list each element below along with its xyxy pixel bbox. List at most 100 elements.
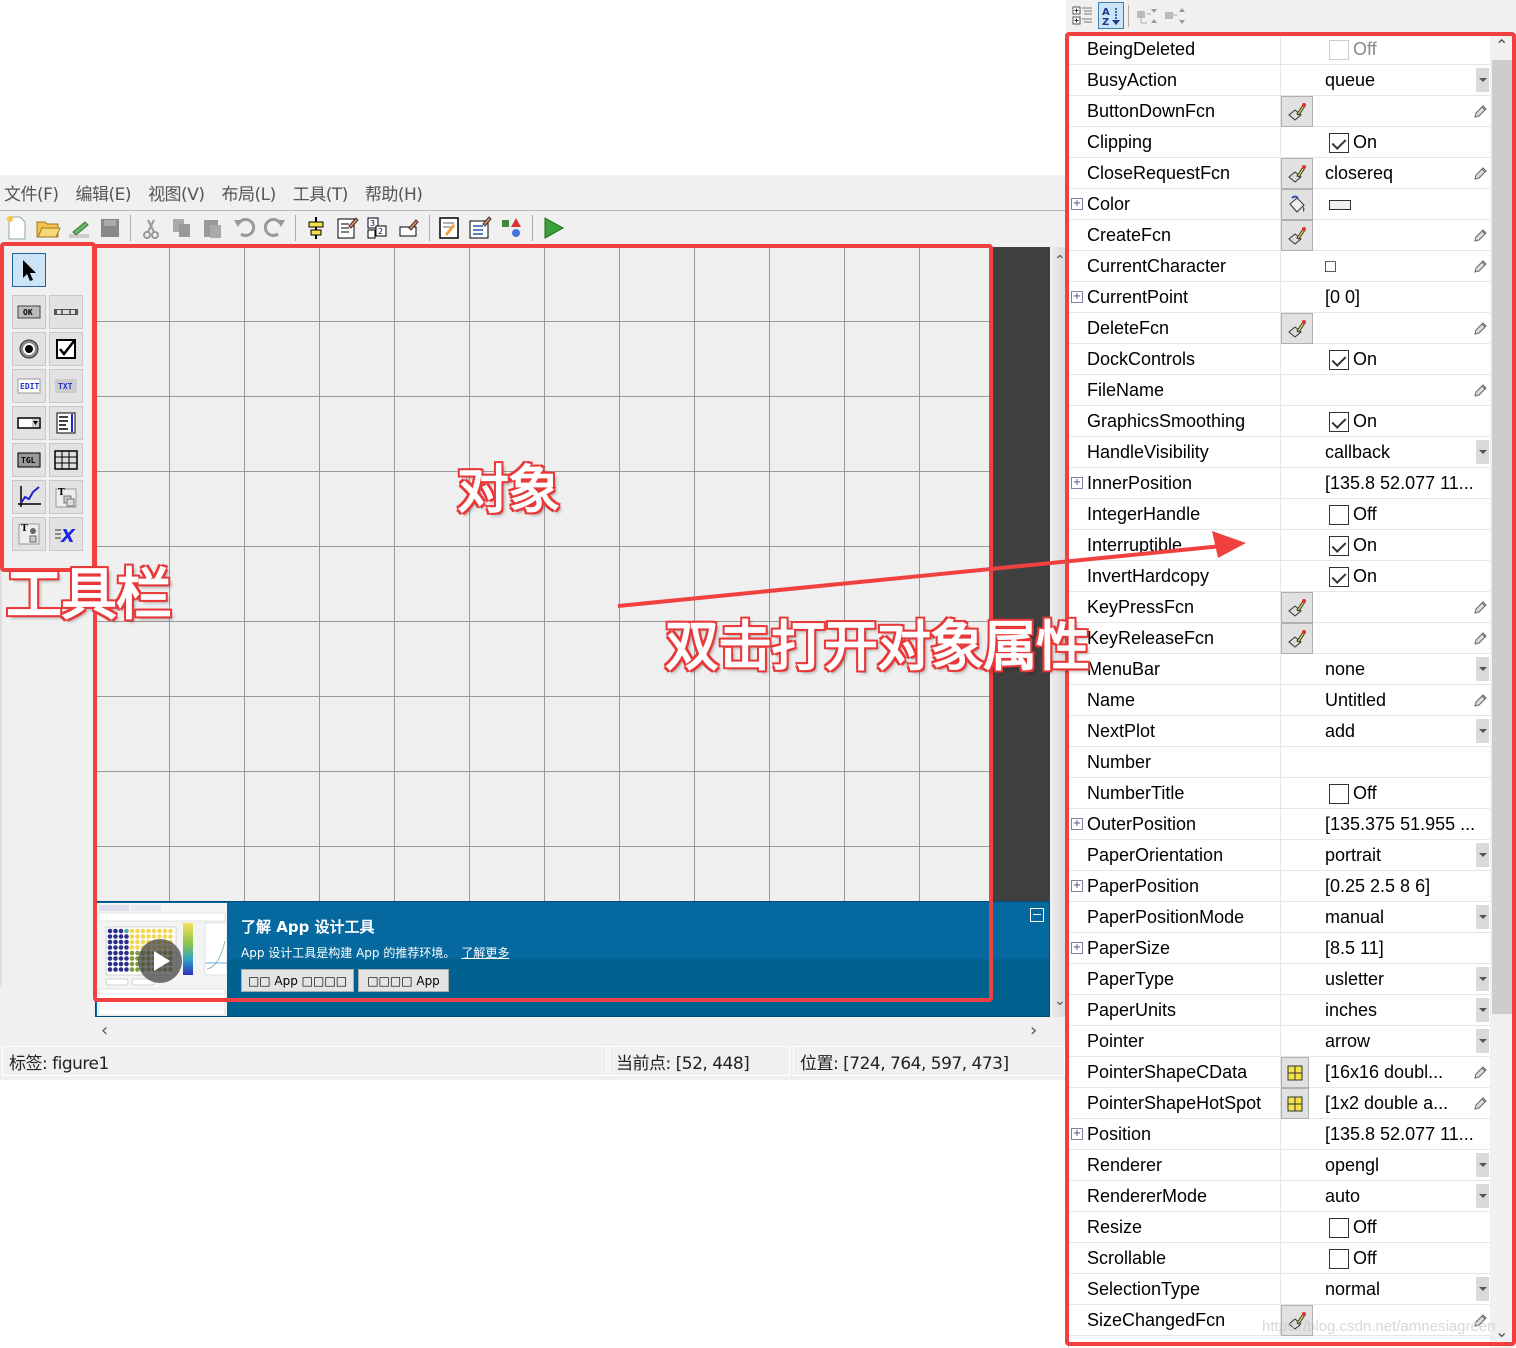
property-checkbox[interactable]: [1329, 350, 1349, 370]
static-text-tool[interactable]: TXT: [49, 369, 83, 403]
align-objects-button[interactable]: [302, 214, 330, 242]
property-checkbox[interactable]: [1329, 784, 1349, 804]
run-figure-button[interactable]: [539, 214, 567, 242]
callback-editor-button[interactable]: [1281, 313, 1313, 344]
property-checkbox[interactable]: [1329, 412, 1349, 432]
property-row-paperorientation[interactable]: PaperOrientation portrait: [1069, 840, 1490, 871]
property-value[interactable]: none: [1325, 654, 1365, 685]
property-row-position[interactable]: + Position [135.8 52.077 11...: [1069, 1119, 1490, 1150]
property-row-name[interactable]: Name Untitled: [1069, 685, 1490, 716]
object-browser-button[interactable]: [498, 214, 526, 242]
property-row-createfcn[interactable]: CreateFcn: [1069, 220, 1490, 251]
callback-editor-button[interactable]: [1281, 158, 1313, 189]
pencil-icon[interactable]: [1472, 104, 1488, 120]
dropdown-arrow-icon[interactable]: [1476, 440, 1489, 464]
property-value[interactable]: opengl: [1325, 1150, 1379, 1181]
dropdown-arrow-icon[interactable]: [1476, 1184, 1489, 1208]
property-row-nextplot[interactable]: NextPlot add: [1069, 716, 1490, 747]
property-checkbox[interactable]: [1329, 1218, 1349, 1238]
property-checkbox[interactable]: [1329, 1249, 1349, 1269]
pencil-icon[interactable]: [1472, 259, 1488, 275]
property-row-busyaction[interactable]: BusyAction queue: [1069, 65, 1490, 96]
expand-icon[interactable]: +: [1071, 942, 1083, 954]
menu-item[interactable]: 视图(V): [148, 180, 205, 205]
property-row-clipping[interactable]: Clipping On: [1069, 127, 1490, 158]
dropdown-arrow-icon[interactable]: [1476, 68, 1489, 92]
activex-tool[interactable]: X: [49, 517, 83, 551]
save-button[interactable]: [96, 214, 124, 242]
canvas-horizontal-scrollbar[interactable]: ‹ ›: [95, 1017, 1050, 1043]
matrix-editor-button[interactable]: [1281, 1057, 1309, 1088]
property-value[interactable]: usletter: [1325, 964, 1384, 995]
pencil-icon[interactable]: [1472, 1096, 1488, 1112]
menu-item[interactable]: 帮助(H): [365, 180, 423, 205]
dropdown-arrow-icon[interactable]: [1476, 1029, 1489, 1053]
radio-button-tool[interactable]: [12, 332, 46, 366]
property-row-pointershapehotspot[interactable]: PointerShapeHotSpot [1x2 double a...: [1069, 1088, 1490, 1119]
property-row-keypressfcn[interactable]: KeyPressFcn: [1069, 592, 1490, 623]
property-row-numbertitle[interactable]: NumberTitle Off: [1069, 778, 1490, 809]
categorized-view-button[interactable]: [1070, 2, 1096, 29]
checkbox-tool[interactable]: [49, 332, 83, 366]
property-value[interactable]: inches: [1325, 995, 1377, 1026]
property-value[interactable]: arrow: [1325, 1026, 1370, 1057]
property-row-number[interactable]: Number: [1069, 747, 1490, 778]
table-tool[interactable]: [49, 443, 83, 477]
export-button[interactable]: [65, 214, 93, 242]
property-value[interactable]: add: [1325, 716, 1355, 747]
tab-order-editor-button[interactable]: 32: [364, 214, 392, 242]
property-value[interactable]: [135.8 52.077 11...: [1325, 1119, 1474, 1150]
dropdown-arrow-icon[interactable]: [1476, 843, 1489, 867]
property-value[interactable]: normal: [1325, 1274, 1380, 1305]
callback-editor-button[interactable]: [1281, 592, 1313, 623]
listbox-tool[interactable]: [49, 406, 83, 440]
property-row-pointer[interactable]: Pointer arrow: [1069, 1026, 1490, 1057]
property-row-inverthardcopy[interactable]: InvertHardcopy On: [1069, 561, 1490, 592]
open-file-button[interactable]: [34, 214, 62, 242]
property-row-color[interactable]: + Color: [1069, 189, 1490, 220]
callback-editor-button[interactable]: [1281, 623, 1313, 654]
pencil-icon[interactable]: [1472, 383, 1488, 399]
menu-item[interactable]: 布局(L): [221, 180, 276, 205]
inspector-scroll-thumb[interactable]: [1492, 60, 1512, 1014]
collapse-all-button[interactable]: [1162, 2, 1188, 29]
property-row-currentpoint[interactable]: + CurrentPoint [0 0]: [1069, 282, 1490, 313]
menu-editor-button[interactable]: [333, 214, 361, 242]
property-value[interactable]: [16x16 doubl...: [1325, 1057, 1443, 1088]
property-row-dockcontrols[interactable]: DockControls On: [1069, 344, 1490, 375]
property-value[interactable]: [135.375 51.955 ...: [1325, 809, 1475, 840]
property-row-filename[interactable]: FileName: [1069, 375, 1490, 406]
property-value[interactable]: [8.5 11]: [1325, 933, 1384, 964]
property-value[interactable]: [0 0]: [1325, 282, 1360, 313]
pencil-icon[interactable]: [1472, 631, 1488, 647]
pencil-icon[interactable]: [1472, 228, 1488, 244]
expand-icon[interactable]: +: [1071, 818, 1083, 830]
dropdown-arrow-icon[interactable]: [1476, 998, 1489, 1022]
pencil-icon[interactable]: [1472, 693, 1488, 709]
axes-tool[interactable]: [12, 480, 46, 514]
inspector-scroll-up-icon[interactable]: ⌃: [1495, 36, 1508, 55]
dropdown-arrow-icon[interactable]: [1476, 1153, 1489, 1177]
property-row-integerhandle[interactable]: IntegerHandle Off: [1069, 499, 1490, 530]
property-value[interactable]: [0.25 2.5 8 6]: [1325, 871, 1430, 902]
property-row-beingdeleted[interactable]: BeingDeleted Off: [1069, 34, 1490, 65]
property-value[interactable]: callback: [1325, 437, 1390, 468]
property-row-paperposition[interactable]: + PaperPosition [0.25 2.5 8 6]: [1069, 871, 1490, 902]
banner-minimize-icon[interactable]: [1030, 908, 1044, 922]
learn-more-link[interactable]: 了解更多: [461, 946, 509, 960]
property-row-renderermode[interactable]: RendererMode auto: [1069, 1181, 1490, 1212]
property-checkbox[interactable]: [1329, 133, 1349, 153]
color-picker-button[interactable]: [1281, 189, 1313, 220]
expand-icon[interactable]: +: [1071, 291, 1083, 303]
property-value[interactable]: Untitled: [1325, 685, 1386, 716]
scroll-up-icon[interactable]: ⌃: [1054, 253, 1066, 269]
push-button-tool[interactable]: OK: [12, 295, 46, 329]
popup-menu-tool[interactable]: [12, 406, 46, 440]
redo-button[interactable]: [261, 214, 289, 242]
migrate-app-button[interactable]: □□□□ App: [358, 969, 449, 992]
property-row-interruptible[interactable]: Interruptible On: [1069, 530, 1490, 561]
property-row-resize[interactable]: Resize Off: [1069, 1212, 1490, 1243]
dropdown-arrow-icon[interactable]: [1476, 967, 1489, 991]
banner-video-thumbnail[interactable]: [97, 903, 227, 1016]
property-checkbox[interactable]: [1329, 505, 1349, 525]
